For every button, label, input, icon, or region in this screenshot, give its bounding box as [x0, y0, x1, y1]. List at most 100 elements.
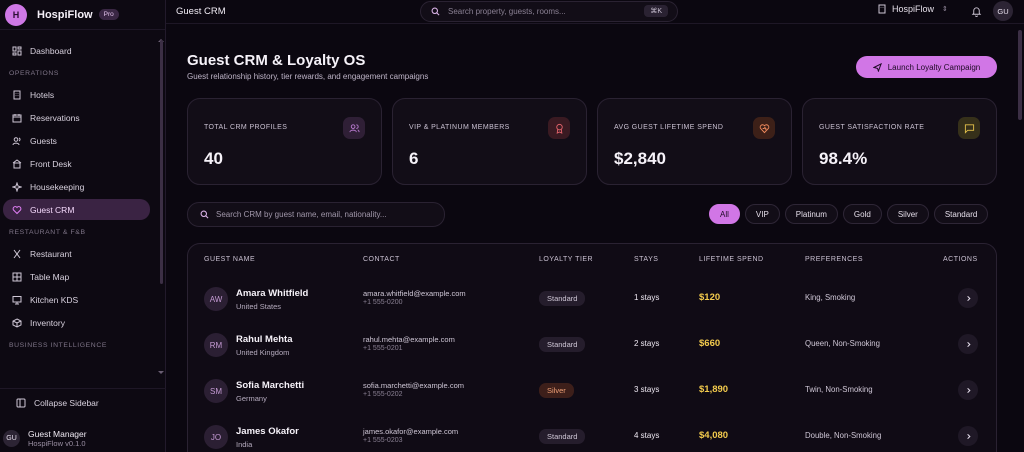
column-header: STAYS: [634, 256, 659, 263]
sidebar-item-dashboard[interactable]: Dashboard: [3, 40, 150, 61]
sidebar-scrollbar[interactable]: [160, 40, 163, 284]
calendar-icon: [12, 113, 22, 123]
stat-value: $2,840: [614, 149, 666, 168]
lifetime-spend: $660: [699, 338, 721, 349]
plan-badge: Pro: [98, 9, 119, 20]
filter-all[interactable]: All: [709, 204, 740, 224]
main-content: Guest CRM & Loyalty OS Guest relationshi…: [166, 24, 1016, 452]
stat-card-vip: VIP & PLATINUM MEMBERS 6: [392, 98, 587, 185]
building-icon: [12, 90, 22, 100]
send-icon: [872, 62, 882, 72]
sidebar-item-housekeeping[interactable]: Housekeeping: [3, 176, 150, 197]
stat-label: GUEST SATISFACTION RATE: [819, 124, 925, 131]
sidebar-item-label: Front Desk: [30, 158, 72, 169]
stat-value: 40: [204, 149, 223, 168]
main-scrollbar[interactable]: [1018, 30, 1022, 120]
table-row[interactable]: JO James Okafor India james.okafor@examp…: [188, 416, 996, 452]
page-title: Guest CRM & Loyalty OS: [187, 52, 366, 69]
stays-count: 2 stays: [634, 339, 660, 348]
sidebar-item-hotels[interactable]: Hotels: [3, 84, 150, 105]
guest-country: Germany: [236, 394, 267, 403]
sidebar-item-inventory[interactable]: Inventory: [3, 312, 150, 333]
sidebar: H HospiFlow Pro Dashboard OPERATIONS Hot…: [0, 0, 166, 452]
column-header: ACTIONS: [943, 256, 978, 263]
filter-silver[interactable]: Silver: [886, 204, 929, 224]
row-action-button[interactable]: [958, 288, 978, 308]
stays-count: 1 stays: [634, 293, 660, 302]
sidebar-item-reservations[interactable]: Reservations: [3, 107, 150, 128]
stays-count: 4 stays: [634, 431, 660, 440]
search-icon: [200, 210, 209, 219]
column-header: LIFETIME SPEND: [699, 256, 764, 263]
stat-card-lifetime-spend: AVG GUEST LIFETIME SPEND $2,840: [597, 98, 792, 185]
sidebar-item-front-desk[interactable]: Front Desk: [3, 153, 150, 174]
preferences: Queen, Non-Smoking: [805, 339, 880, 348]
tier-badge: Silver: [539, 383, 574, 398]
avatar: GU: [3, 430, 20, 447]
chevron-right-icon: [966, 433, 971, 439]
launch-campaign-button[interactable]: Launch Loyalty Campaign: [856, 56, 997, 78]
scroll-down-arrow[interactable]: [158, 371, 164, 374]
utensils-icon: [12, 249, 22, 259]
filter-standard[interactable]: Standard: [933, 204, 989, 224]
avatar: AW: [204, 287, 228, 311]
guest-name: James Okafor: [236, 426, 299, 437]
guest-phone: +1 555-0202: [363, 391, 403, 398]
avatar[interactable]: GU: [993, 1, 1013, 21]
column-header: LOYALTY TIER: [539, 256, 594, 263]
guest-email: amara.whitfield@example.com: [363, 289, 466, 298]
lifetime-spend: $120: [699, 292, 721, 303]
guest-email: james.okafor@example.com: [363, 427, 459, 436]
tier-filters: All VIP Platinum Gold Silver Standard: [709, 204, 993, 224]
avatar: SM: [204, 379, 228, 403]
award-icon: [548, 117, 570, 139]
filter-platinum[interactable]: Platinum: [784, 204, 838, 224]
column-header: GUEST NAME: [204, 256, 256, 263]
search-input[interactable]: [448, 7, 638, 16]
sidebar-item-guest-crm[interactable]: Guest CRM: [3, 199, 150, 220]
section-label-business-intelligence: BUSINESS INTELLIGENCE: [9, 341, 107, 349]
property-selector[interactable]: HospiFlow ⇕: [877, 4, 948, 14]
sidebar-item-label: Dashboard: [30, 45, 72, 56]
brand[interactable]: H HospiFlow Pro: [0, 0, 165, 30]
property-name: HospiFlow: [892, 4, 935, 14]
sidebar-item-label: Restaurant: [30, 248, 72, 259]
user-profile[interactable]: GU Guest Manager HospiFlow v0.1.0: [0, 425, 166, 452]
crm-search-input[interactable]: [216, 210, 436, 219]
table-row[interactable]: RM Rahul Mehta United Kingdom rahul.meht…: [188, 324, 996, 370]
sidebar-item-kitchen-kds[interactable]: Kitchen KDS: [3, 289, 150, 310]
bell-desk-icon: [12, 158, 22, 169]
guest-email: sofia.marchetti@example.com: [363, 381, 464, 390]
user-name: Guest Manager: [28, 429, 87, 439]
sidebar-item-restaurant[interactable]: Restaurant: [3, 243, 150, 264]
chevron-right-icon: [966, 387, 971, 393]
avatar: JO: [204, 425, 228, 449]
shortcut-badge: ⌘K: [644, 5, 668, 17]
section-label-restaurant: RESTAURANT & F&B: [9, 228, 86, 236]
row-action-button[interactable]: [958, 380, 978, 400]
users-icon: [12, 136, 22, 146]
search-icon: [431, 7, 440, 16]
sidebar-item-guests[interactable]: Guests: [3, 130, 150, 151]
column-header: CONTACT: [363, 256, 400, 263]
heart-icon: [12, 205, 22, 215]
dashboard-icon: [12, 46, 22, 56]
guest-phone: +1 555-0203: [363, 437, 403, 444]
brand-name: HospiFlow: [37, 8, 93, 21]
table-row[interactable]: SM Sofia Marchetti Germany sofia.marchet…: [188, 370, 996, 416]
guest-country: India: [236, 440, 253, 449]
row-action-button[interactable]: [958, 334, 978, 354]
filter-vip[interactable]: VIP: [744, 204, 780, 224]
row-action-button[interactable]: [958, 426, 978, 446]
sidebar-item-label: Kitchen KDS: [30, 294, 79, 305]
sidebar-item-table-map[interactable]: Table Map: [3, 266, 150, 287]
bell-icon[interactable]: [971, 6, 982, 17]
guest-name: Sofia Marchetti: [236, 380, 305, 391]
table-row[interactable]: AW Amara Whitfield United States amara.w…: [188, 278, 996, 324]
filter-gold[interactable]: Gold: [842, 204, 882, 224]
global-search[interactable]: ⌘K: [420, 1, 678, 22]
crm-search[interactable]: [187, 202, 445, 227]
collapse-sidebar-button[interactable]: Collapse Sidebar: [0, 388, 166, 408]
stat-card-profiles: TOTAL CRM PROFILES 40: [187, 98, 382, 185]
preferences: Double, Non-Smoking: [805, 431, 882, 440]
